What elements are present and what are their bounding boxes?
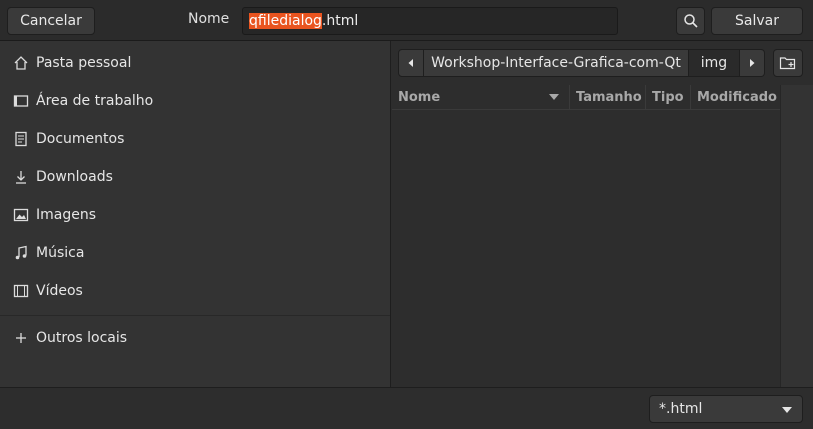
video-icon [12,282,30,300]
cancel-button[interactable]: Cancelar [7,7,95,35]
sidebar-item-label: Documentos [36,131,125,147]
column-header-label: Tipo [652,90,684,105]
sidebar-item-pictures[interactable]: Imagens [0,196,390,234]
filename-selected-text: qfiledialog [249,13,322,29]
pathbar-scroll-left-button[interactable] [398,49,424,77]
places-sidebar: Pasta pessoal Área de trabalho Documento… [0,41,391,387]
column-header-size[interactable]: Tamanho [570,85,646,110]
column-header-label: Nome [398,90,441,105]
sidebar-item-label: Vídeos [36,283,83,299]
save-button[interactable]: Salvar [711,7,803,35]
document-icon [12,130,30,148]
sidebar-separator [0,315,390,316]
chevron-left-icon [406,58,416,68]
music-icon [12,244,30,262]
name-label: Nome [188,11,230,27]
sidebar-item-label: Imagens [36,207,97,223]
sidebar-item-label: Área de trabalho [36,93,154,109]
home-icon [12,54,30,72]
sidebar-item-label: Pasta pessoal [36,55,132,71]
filename-extension-text: .html [321,13,359,29]
column-header-label: Modificado [697,90,777,105]
pathbar-scroll-right-button[interactable] [740,49,765,77]
sidebar-item-music[interactable]: Música [0,234,390,272]
sidebar-item-desktop[interactable]: Área de trabalho [0,82,390,120]
sidebar-item-label: Downloads [36,169,113,185]
pathbar-crumb-workshop[interactable]: Workshop-Interface-Grafica-com-Qt [424,49,689,77]
chevron-right-icon [747,58,757,68]
plus-icon [12,329,30,347]
filename-input[interactable]: qfiledialog .html [242,7,618,35]
sort-descending-icon [549,94,559,100]
pathbar-crumb-img[interactable]: img [689,49,740,77]
file-list[interactable] [392,85,780,387]
header-bar: Cancelar Nome qfiledialog .html Salvar [0,0,813,41]
desktop-icon [12,92,30,110]
search-button[interactable] [676,7,705,35]
file-chooser-dialog: Cancelar Nome qfiledialog .html Salvar Pa… [0,0,813,429]
sidebar-item-downloads[interactable]: Downloads [0,158,390,196]
column-header-modified[interactable]: Modificado [691,85,780,110]
column-header-type[interactable]: Tipo [646,85,691,110]
search-icon [683,13,699,29]
file-list-header: Nome Tamanho Tipo Modificado [392,85,780,110]
sidebar-item-documents[interactable]: Documentos [0,120,390,158]
image-icon [12,206,30,224]
file-filter-value: *.html [659,401,703,417]
sidebar-item-home[interactable]: Pasta pessoal [0,44,390,82]
sidebar-item-videos[interactable]: Vídeos [0,272,390,310]
chevron-down-icon [782,407,792,413]
column-header-name[interactable]: Nome [392,85,570,110]
file-filter-dropdown[interactable]: *.html [649,395,803,423]
new-folder-icon [779,55,797,71]
new-folder-button[interactable] [773,49,803,77]
sidebar-item-other-locations[interactable]: Outros locais [0,319,390,357]
vertical-scrollbar[interactable] [780,85,813,387]
sidebar-item-label: Outros locais [36,330,128,346]
sidebar-item-label: Música [36,245,85,261]
column-header-label: Tamanho [576,90,642,105]
download-icon [12,168,30,186]
